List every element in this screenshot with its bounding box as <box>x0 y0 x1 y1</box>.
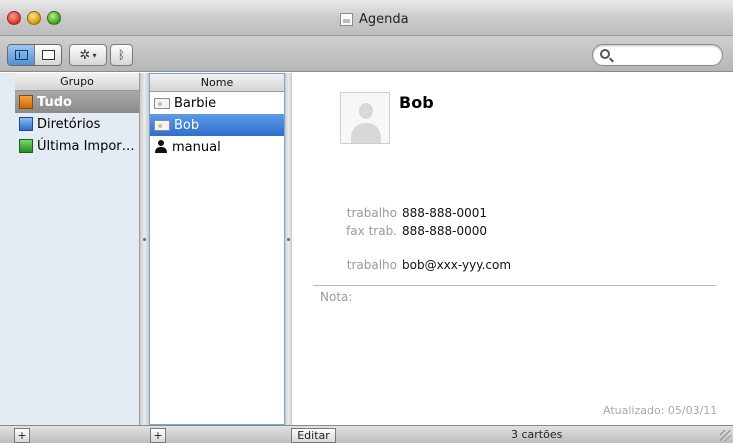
updated-timestamp: Atualizado: 05/03/11 <box>603 404 718 417</box>
card-and-list-view-button[interactable] <box>8 45 34 65</box>
card-icon <box>154 119 170 131</box>
minimize-button[interactable] <box>27 11 41 25</box>
names-splitter[interactable] <box>285 73 292 425</box>
splitter-grip-icon <box>143 238 146 241</box>
bottom-bar <box>0 425 733 443</box>
group-icon <box>19 95 33 109</box>
bluetooth-button[interactable]: ᛒ <box>110 44 133 66</box>
last-import-icon <box>19 139 33 153</box>
left-gutter <box>0 73 15 425</box>
field-label: trabalho <box>346 258 397 272</box>
avatar-head-icon <box>359 103 373 119</box>
card-and-list-view-icon <box>14 50 28 60</box>
group-column-header[interactable]: Grupo <box>15 73 139 91</box>
person-icon <box>154 140 168 154</box>
phone-field-work: trabalho 888-888-0001 <box>335 206 487 220</box>
view-toggle[interactable] <box>7 44 62 66</box>
name-item-label: Bob <box>174 117 200 133</box>
add-group-button[interactable]: + <box>14 428 30 443</box>
note-field[interactable]: Nota: <box>320 290 352 304</box>
bluetooth-icon: ᛒ <box>117 48 126 62</box>
avatar-body-icon <box>351 123 381 143</box>
names-pane: Nome Barbie Bob manual <box>149 73 285 425</box>
card-icon <box>154 97 170 109</box>
name-item-label: Barbie <box>174 95 217 111</box>
search-input[interactable] <box>592 44 723 66</box>
field-label: fax trab. <box>346 224 397 238</box>
note-divider <box>313 285 716 286</box>
name-item-barbie[interactable]: Barbie <box>150 92 284 114</box>
contact-name: Bob <box>399 93 434 112</box>
resize-grip-icon[interactable] <box>720 430 731 441</box>
name-item-label: manual <box>172 139 221 155</box>
field-value[interactable]: 888-888-0001 <box>402 206 487 220</box>
group-pane: Grupo Tudo Diretórios Última Impor… <box>15 73 140 425</box>
group-item-last-import[interactable]: Última Impor… <box>15 135 139 157</box>
zoom-button[interactable] <box>47 11 61 25</box>
card-count: 3 cartões <box>511 428 563 441</box>
window-title-wrap: Agenda <box>340 10 409 28</box>
name-item-bob[interactable]: Bob <box>150 114 284 136</box>
splitter-grip-icon <box>287 238 290 241</box>
add-contact-button[interactable]: + <box>150 428 166 443</box>
card-only-view-icon <box>41 50 55 60</box>
name-item-manual[interactable]: manual <box>150 136 284 158</box>
action-menu-button[interactable]: ✲ ▾ <box>69 44 107 66</box>
field-label: trabalho <box>346 206 397 220</box>
field-value[interactable]: bob@xxx-yyy.com <box>402 258 511 272</box>
chevron-down-icon: ▾ <box>92 50 97 60</box>
email-field-work: trabalho bob@xxx-yyy.com <box>335 258 511 272</box>
group-item-directories[interactable]: Diretórios <box>15 113 139 135</box>
field-value[interactable]: 888-888-0000 <box>402 224 487 238</box>
group-item-all[interactable]: Tudo <box>15 91 139 113</box>
group-item-label: Diretórios <box>37 116 101 132</box>
gear-icon: ✲ <box>79 47 91 63</box>
edit-button[interactable]: Editar <box>291 428 336 443</box>
phone-field-work-fax: fax trab. 888-888-0000 <box>335 224 487 238</box>
search-icon <box>600 49 610 59</box>
window-title: Agenda <box>359 11 409 27</box>
close-button[interactable] <box>7 11 21 25</box>
group-item-label: Tudo <box>37 94 72 110</box>
avatar[interactable] <box>340 92 390 144</box>
group-item-label: Última Impor… <box>37 138 135 154</box>
names-column-header[interactable]: Nome <box>150 74 284 92</box>
address-book-icon <box>340 12 353 26</box>
directory-icon <box>19 117 33 131</box>
group-splitter[interactable] <box>140 73 149 425</box>
card-only-view-button[interactable] <box>34 45 61 65</box>
